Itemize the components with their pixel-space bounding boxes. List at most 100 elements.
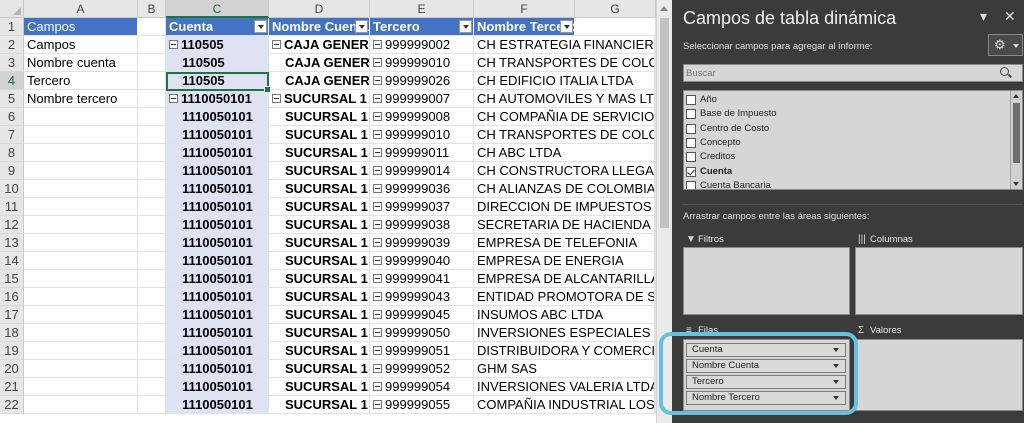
sheet-cell[interactable] bbox=[24, 234, 138, 252]
field-item[interactable]: Año bbox=[684, 93, 717, 107]
campos-list-cell[interactable]: Nombre cuenta bbox=[24, 54, 138, 72]
collapse-icon[interactable] bbox=[373, 148, 382, 157]
pivot-header-cuenta[interactable]: Cuenta bbox=[166, 18, 269, 36]
campos-list-cell[interactable]: Tercero bbox=[24, 72, 138, 90]
pivot-cell-nombre-cuenta[interactable]: CAJA GENERAL bbox=[269, 72, 370, 90]
collapse-icon[interactable] bbox=[169, 40, 178, 49]
pivot-cell-tercero[interactable]: 999999037 bbox=[370, 198, 474, 216]
pane-close-icon[interactable]: ✕ bbox=[1004, 8, 1016, 25]
row-header-1[interactable]: 1 bbox=[0, 18, 24, 36]
pivot-cell-nombre-tercero[interactable]: CH COMPAÑIA DE SERVICIOS AEREOS bbox=[474, 108, 655, 126]
pivot-cell-nombre-cuenta[interactable]: SUCURSAL 1 bbox=[269, 234, 370, 252]
spreadsheet[interactable]: ABCDEFG 1 2 3 4 5 6 7 8 9 10 11 12 13 14 15 16 17 18 19 20 2… bbox=[0, 0, 656, 423]
filter-dropdown-icon[interactable] bbox=[254, 20, 267, 33]
pivot-cell-cuenta[interactable]: 1110050101 bbox=[166, 306, 269, 324]
row-header-3[interactable]: 3 bbox=[0, 54, 24, 72]
collapse-icon[interactable] bbox=[373, 400, 382, 409]
pivot-cell-tercero[interactable]: 999999055 bbox=[370, 396, 474, 414]
collapse-icon[interactable] bbox=[373, 274, 382, 283]
sheet-cell[interactable] bbox=[138, 216, 166, 234]
pivot-cell-nombre-cuenta[interactable]: SUCURSAL 1 bbox=[269, 288, 370, 306]
pivot-cell-tercero[interactable]: 999999007 bbox=[370, 90, 474, 108]
pivot-cell-tercero[interactable]: 999999040 bbox=[370, 252, 474, 270]
row-header-15[interactable]: 15 bbox=[0, 270, 24, 288]
field-checkbox[interactable] bbox=[686, 152, 696, 163]
sheet-cell[interactable] bbox=[138, 90, 166, 108]
row-header-12[interactable]: 12 bbox=[0, 216, 24, 234]
pivot-cell-nombre-cuenta[interactable]: SUCURSAL 1 bbox=[269, 90, 370, 108]
sheet-cell[interactable] bbox=[138, 324, 166, 342]
select-all-corner[interactable] bbox=[0, 0, 24, 18]
campos-list-cell[interactable]: Nombre tercero bbox=[24, 90, 138, 108]
row-header-2[interactable]: 2 bbox=[0, 36, 24, 54]
pivot-cell-cuenta[interactable]: 1110050101 bbox=[166, 126, 269, 144]
sheet-cell[interactable] bbox=[24, 288, 138, 306]
rows-field-pill[interactable]: Nombre Cuenta bbox=[686, 359, 846, 373]
pivot-cell-tercero[interactable]: 999999011 bbox=[370, 144, 474, 162]
pivot-cell-nombre-cuenta[interactable]: SUCURSAL 1 bbox=[269, 306, 370, 324]
pivot-cell-nombre-cuenta[interactable]: SUCURSAL 1 bbox=[269, 108, 370, 126]
collapse-icon[interactable] bbox=[373, 292, 382, 301]
field-item[interactable]: Centro de Costo bbox=[684, 122, 769, 136]
collapse-icon[interactable] bbox=[373, 328, 382, 337]
pivot-cell-nombre-tercero[interactable]: SECRETARIA DE HACIENDA DISTRITAL bbox=[474, 216, 655, 234]
chevron-down-icon[interactable] bbox=[833, 380, 839, 384]
pivot-cell-tercero[interactable]: 999999051 bbox=[370, 342, 474, 360]
pivot-cell-nombre-tercero[interactable]: EMPRESA DE ENERGIA bbox=[474, 252, 655, 270]
row-header-18[interactable]: 18 bbox=[0, 324, 24, 342]
collapse-icon[interactable] bbox=[373, 310, 382, 319]
columns-drop-area[interactable] bbox=[855, 247, 1023, 315]
rows-field-pill[interactable]: Tercero bbox=[686, 375, 846, 389]
pivot-cell-cuenta[interactable]: 1110050101 bbox=[166, 360, 269, 378]
pivot-cell-cuenta[interactable]: 1110050101 bbox=[166, 324, 269, 342]
collapse-icon[interactable] bbox=[373, 184, 382, 193]
row-header-14[interactable]: 14 bbox=[0, 252, 24, 270]
collapse-icon[interactable] bbox=[373, 202, 382, 211]
collapse-icon[interactable] bbox=[272, 94, 281, 103]
pivot-cell-tercero[interactable]: 999999041 bbox=[370, 270, 474, 288]
pivot-cell-cuenta[interactable]: 1110050101 bbox=[166, 162, 269, 180]
pivot-header-nombre-cuenta[interactable]: Nombre Cuenta bbox=[269, 18, 370, 36]
row-header-16[interactable]: 16 bbox=[0, 288, 24, 306]
pivot-cell-nombre-cuenta[interactable]: SUCURSAL 1 bbox=[269, 198, 370, 216]
sheet-cell[interactable] bbox=[24, 324, 138, 342]
sheet-cell[interactable] bbox=[138, 54, 166, 72]
pivot-cell-tercero[interactable]: 999999039 bbox=[370, 234, 474, 252]
pivot-cell-tercero[interactable]: 999999002 bbox=[370, 36, 474, 54]
row-header-11[interactable]: 11 bbox=[0, 198, 24, 216]
sheet-cell[interactable] bbox=[138, 36, 166, 54]
pivot-cell-nombre-tercero[interactable]: CH ABC LTDA bbox=[474, 144, 655, 162]
sheet-cell[interactable] bbox=[24, 252, 138, 270]
sheet-cell[interactable] bbox=[24, 306, 138, 324]
pivot-cell-tercero[interactable]: 999999026 bbox=[370, 72, 474, 90]
pivot-cell-nombre-tercero[interactable]: CH EDIFICIO ITALIA LTDA bbox=[474, 72, 655, 90]
field-list-scrollbar[interactable] bbox=[1010, 91, 1022, 189]
sheet-cell[interactable] bbox=[138, 180, 166, 198]
field-checkbox[interactable] bbox=[686, 180, 696, 189]
column-header-e[interactable]: E bbox=[370, 0, 474, 18]
pivot-cell-nombre-tercero[interactable]: CH ESTRATEGIA FINANCIERA S.A.S bbox=[474, 36, 655, 54]
pivot-header-nombre-tercero[interactable]: Nombre Tercero bbox=[474, 18, 575, 36]
sheet-cell[interactable] bbox=[24, 342, 138, 360]
sheet-cell[interactable] bbox=[138, 126, 166, 144]
pivot-cell-nombre-tercero[interactable]: COMPAÑIA INDUSTRIAL LOS PINOS bbox=[474, 396, 655, 414]
column-header-b[interactable]: B bbox=[138, 0, 166, 18]
pivot-cell-tercero[interactable]: 999999052 bbox=[370, 360, 474, 378]
pivot-cell-nombre-cuenta[interactable]: SUCURSAL 1 bbox=[269, 126, 370, 144]
pivot-cell-nombre-cuenta[interactable]: CAJA GENERAL bbox=[269, 36, 370, 54]
row-header-6[interactable]: 6 bbox=[0, 108, 24, 126]
pivot-cell-nombre-tercero[interactable]: EMPRESA DE ALCANTARILLADO bbox=[474, 270, 655, 288]
row-header-17[interactable]: 17 bbox=[0, 306, 24, 324]
scroll-up-icon[interactable] bbox=[1013, 94, 1019, 98]
chevron-down-icon[interactable] bbox=[833, 348, 839, 352]
campos-list-cell[interactable]: Campos bbox=[24, 36, 138, 54]
sheet-cell[interactable] bbox=[24, 180, 138, 198]
collapse-icon[interactable] bbox=[373, 76, 382, 85]
collapse-icon[interactable] bbox=[373, 238, 382, 247]
pivot-cell-nombre-cuenta[interactable]: SUCURSAL 1 bbox=[269, 324, 370, 342]
pivot-cell-nombre-tercero[interactable]: DIRECCION DE IMPUESTOS Y ADUANAS bbox=[474, 198, 655, 216]
sheet-cell[interactable] bbox=[24, 378, 138, 396]
pivot-cell-nombre-tercero[interactable]: INSUMOS ABC LTDA bbox=[474, 306, 655, 324]
pivot-cell-nombre-tercero[interactable]: INVERSIONES VALERIA LTDA bbox=[474, 378, 655, 396]
rows-drop-area[interactable]: Cuenta Nombre Cuenta Tercero Nombre Tercero bbox=[683, 339, 850, 411]
